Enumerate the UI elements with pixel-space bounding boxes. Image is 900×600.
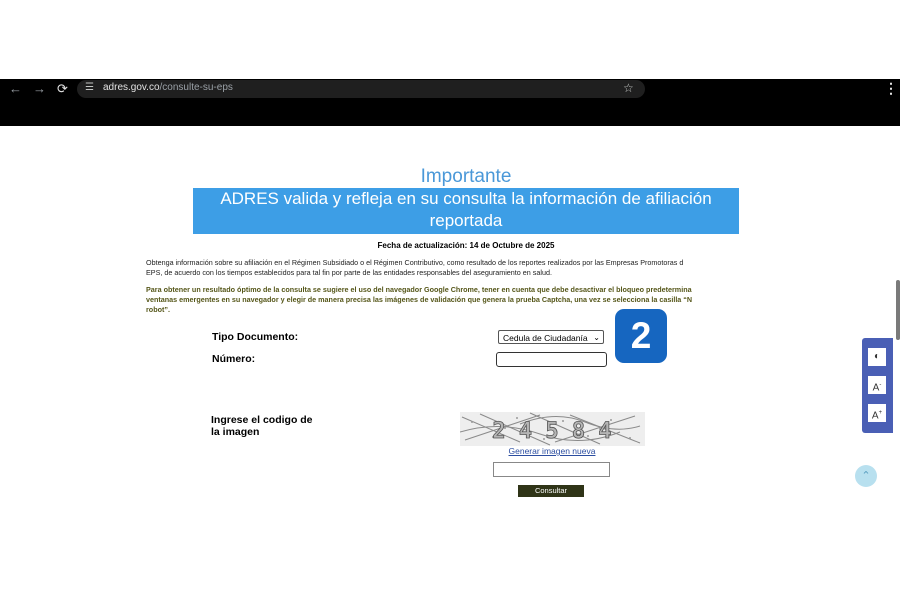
advice-line-2: ventanas emergentes en su navegador y el… xyxy=(146,295,693,304)
arrow-left-icon[interactable]: ← xyxy=(9,81,22,97)
captcha-noise: 2 4 5 8 4 xyxy=(459,412,645,446)
chevron-up-icon[interactable]: ⌃ xyxy=(855,465,877,487)
decrease-font-button[interactable]: A- xyxy=(868,376,886,394)
increase-font-button[interactable]: A+ xyxy=(868,404,886,422)
consultar-button[interactable]: Consultar xyxy=(518,485,584,497)
intro-line-2: EPS, de acuerdo con los tiempos establec… xyxy=(146,268,552,277)
increase-font-label: A xyxy=(871,410,879,422)
intro-text: Obtenga información sobre su afiliación … xyxy=(146,258,753,278)
step-number-badge: 2 xyxy=(615,309,667,363)
captcha-label-line-1: Ingrese el codigo de xyxy=(211,414,313,426)
advice-line-1: Para obtener un resultado óptimo de la c… xyxy=(146,285,692,294)
kebab-menu-icon[interactable]: ⋮ xyxy=(884,80,898,97)
captcha-label-line-2: la imagen xyxy=(211,426,260,438)
url-path: /consulte-su-eps xyxy=(159,82,233,93)
arrow-right-icon[interactable]: → xyxy=(33,81,46,97)
captcha-label: Ingrese el codigo de la imagen xyxy=(211,414,313,438)
site-info-icon[interactable]: ☰ xyxy=(85,82,94,93)
page-title: Importante xyxy=(420,166,512,187)
scrollbar-thumb[interactable] xyxy=(896,280,900,340)
tipo-documento-value: Cedula de Ciudadanía xyxy=(503,333,588,343)
browser-toolbar: ← → ⟳ ☰ adres.gov.co/consulte-su-eps ☆ ⋮ xyxy=(0,79,900,126)
intro-line-1: Obtenga información sobre su afiliación … xyxy=(146,258,684,267)
info-banner: ADRES valida y refleja en su consulta la… xyxy=(193,188,739,252)
url-text[interactable]: adres.gov.co/consulte-su-eps xyxy=(103,82,233,93)
contrast-icon[interactable]: ◐ xyxy=(868,348,886,366)
chevron-down-icon: ⌄ xyxy=(593,333,600,342)
numero-input[interactable] xyxy=(496,352,607,367)
update-date: Fecha de actualización: 14 de Octubre de… xyxy=(377,241,555,250)
reload-icon[interactable]: ⟳ xyxy=(57,81,68,97)
tipo-documento-select[interactable]: Cedula de Ciudadanía ⌄ xyxy=(498,330,604,344)
star-icon[interactable]: ☆ xyxy=(623,81,634,95)
address-bar[interactable]: ☰ adres.gov.co/consulte-su-eps ☆ xyxy=(77,80,645,98)
generar-imagen-link[interactable]: Generar imagen nueva xyxy=(496,446,608,456)
accessibility-panel: ◐ A- A+ xyxy=(862,338,893,433)
banner-line-1: ADRES valida y refleja en su consulta la… xyxy=(220,189,712,230)
tipo-documento-label: Tipo Documento: xyxy=(212,331,299,343)
numero-label: Número: xyxy=(212,353,256,365)
captcha-image: 2 4 5 8 4 xyxy=(459,412,645,446)
captcha-text: 2 4 5 8 4 xyxy=(492,419,611,444)
url-domain: adres.gov.co xyxy=(103,82,160,93)
captcha-input[interactable] xyxy=(493,462,610,477)
